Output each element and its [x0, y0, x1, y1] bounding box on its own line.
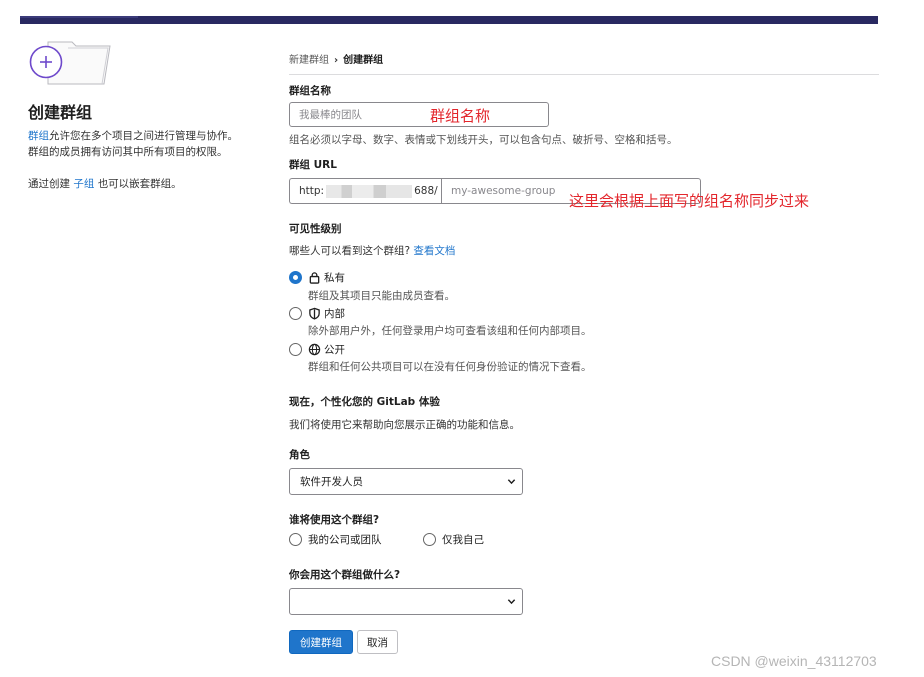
breadcrumb: 新建群组 › 创建群组 [289, 51, 383, 66]
role-select[interactable]: 软件开发人员 [289, 468, 523, 495]
chevron-down-icon [507, 479, 516, 485]
sidebar-description: 群组允许您在多个项目之间进行管理与协作。 群组的成员拥有访问其中所有项目的权限。 [28, 128, 273, 160]
visibility-internal-radio[interactable] [289, 307, 302, 320]
what-label: 你会用这个群组做什么? [289, 569, 401, 581]
breadcrumb-current: 创建群组 [343, 55, 384, 66]
visibility-docs-link[interactable]: 查看文档 [413, 245, 455, 257]
lock-icon [309, 272, 320, 284]
redacted-host [326, 184, 413, 198]
who-just-me-option[interactable]: 仅我自己 [423, 532, 484, 547]
visibility-internal-desc: 除外部用户外，任何登录用户均可查看该组和任何内部项目。 [308, 325, 592, 337]
cancel-button[interactable]: 取消 [357, 630, 398, 654]
visibility-private-radio[interactable] [289, 271, 302, 284]
visibility-public-option[interactable]: 公开 [289, 342, 345, 357]
visibility-private-desc: 群组及其项目只能由成员查看。 [308, 290, 455, 302]
sidebar-description-line-1: 允许您在多个项目之间进行管理与协作。 [49, 130, 238, 142]
group-name-help: 组名必须以字母、数字、表情或下划线开头，可以包含句点、破折号、空格和括号。 [289, 134, 678, 146]
what-select[interactable] [289, 588, 523, 615]
page-title: 创建群组 [28, 103, 93, 122]
group-url-label: 群组 URL [289, 159, 337, 171]
top-bar-highlight [20, 16, 138, 18]
who-label: 谁将使用这个群组? [289, 514, 380, 526]
sidebar-nest-note: 通过创建 子组 也可以嵌套群组。 [28, 178, 182, 190]
sidebar-description-line-2: 群组的成员拥有访问其中所有项目的权限。 [28, 146, 228, 158]
visibility-public-desc: 群组和任何公共项目可以在没有任何身份验证的情况下查看。 [308, 361, 592, 373]
group-name-label: 群组名称 [289, 85, 331, 97]
groups-link[interactable]: 群组 [28, 130, 49, 142]
group-name-placeholder: 我最棒的团队 [299, 109, 362, 121]
who-company-option[interactable]: 我的公司或团队 [289, 532, 382, 547]
breadcrumb-chevron-icon: › [334, 55, 339, 66]
globe-icon [308, 343, 321, 356]
annotation-group-name: 群组名称 [430, 107, 491, 125]
role-label: 角色 [289, 449, 310, 461]
visibility-question: 哪些人可以看到这个群组? 查看文档 [289, 245, 456, 257]
create-group-button[interactable]: 创建群组 [289, 630, 353, 654]
annotation-url-sync: 这里会根据上面写的组名称同步过来 [569, 192, 810, 210]
group-url-prefix: http: 688/ [289, 178, 441, 204]
who-just-me-radio[interactable] [423, 533, 436, 546]
folder-plus-icon [29, 41, 111, 85]
who-company-radio[interactable] [289, 533, 302, 546]
breadcrumb-parent[interactable]: 新建群组 [289, 55, 329, 66]
top-navigation-bar [20, 16, 878, 24]
visibility-public-radio[interactable] [289, 343, 302, 356]
personalize-title: 现在，个性化您的 GitLab 体验 [289, 396, 440, 408]
header-divider [289, 74, 879, 75]
visibility-private-option[interactable]: 私有 [289, 270, 345, 285]
visibility-label: 可见性级别 [289, 223, 342, 235]
shield-icon [309, 307, 320, 320]
personalize-desc: 我们将使用它来帮助向您展示正确的功能和信息。 [289, 419, 520, 431]
chevron-down-icon [507, 599, 516, 605]
subgroup-link[interactable]: 子组 [73, 178, 94, 190]
watermark: CSDN @weixin_43112703 [711, 653, 877, 669]
visibility-internal-option[interactable]: 内部 [289, 306, 345, 321]
group-name-input[interactable]: 我最棒的团队 [289, 102, 549, 127]
role-select-value: 软件开发人员 [300, 476, 363, 488]
